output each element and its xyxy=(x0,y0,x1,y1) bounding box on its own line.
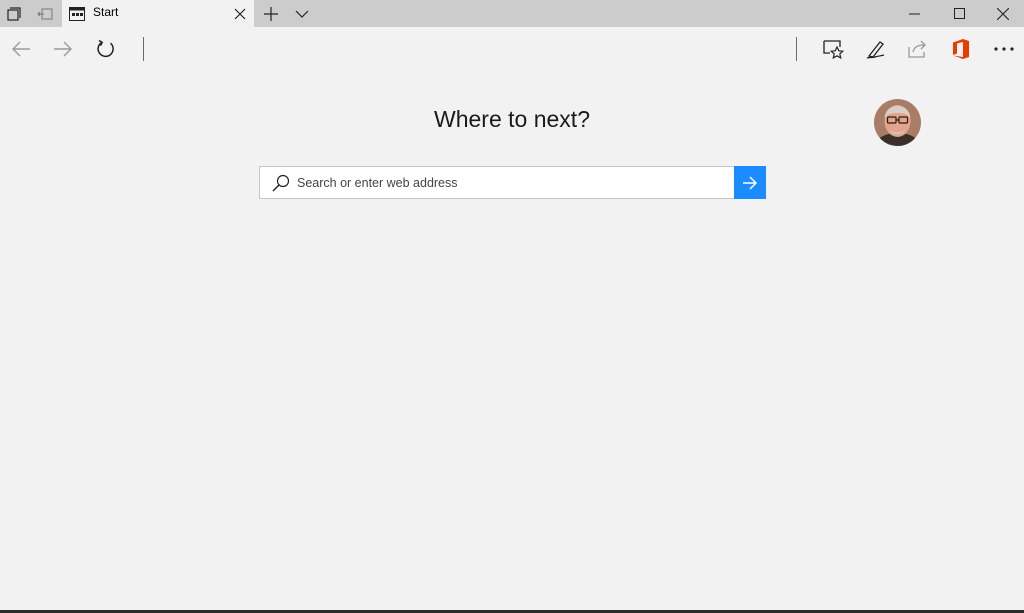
arrow-right-icon xyxy=(743,175,758,190)
avatar[interactable] xyxy=(874,99,921,146)
search-input[interactable] xyxy=(297,167,727,198)
navigation-toolbar xyxy=(0,27,1024,71)
tab-close-icon[interactable] xyxy=(233,6,247,20)
set-aside-tabs-icon[interactable] xyxy=(34,0,56,27)
toolbar-divider xyxy=(796,37,797,61)
favorites-star-icon[interactable] xyxy=(815,33,851,65)
search-box xyxy=(259,166,735,199)
search-go-button[interactable] xyxy=(734,166,766,199)
office-icon[interactable] xyxy=(943,33,979,65)
tab-list-chevron-icon[interactable] xyxy=(291,0,313,27)
refresh-icon[interactable] xyxy=(88,33,124,65)
back-arrow-icon[interactable] xyxy=(3,33,39,65)
maximize-icon[interactable] xyxy=(937,0,981,27)
tab-preview-icon[interactable] xyxy=(3,0,25,27)
new-tab-icon[interactable] xyxy=(260,0,282,27)
address-bar-divider xyxy=(143,37,144,61)
minimize-icon[interactable] xyxy=(892,0,936,27)
tab-title: Start xyxy=(93,5,119,19)
start-page-icon xyxy=(69,6,85,21)
close-icon[interactable] xyxy=(981,0,1024,27)
tab-bar: Start xyxy=(0,0,1024,27)
share-icon[interactable] xyxy=(900,33,936,65)
page-heading: Where to next? xyxy=(434,106,590,132)
pen-icon[interactable] xyxy=(858,33,894,65)
search-icon xyxy=(272,174,290,192)
tab-start[interactable]: Start xyxy=(62,0,254,27)
more-icon[interactable] xyxy=(986,33,1022,65)
forward-arrow-icon[interactable] xyxy=(45,33,81,65)
